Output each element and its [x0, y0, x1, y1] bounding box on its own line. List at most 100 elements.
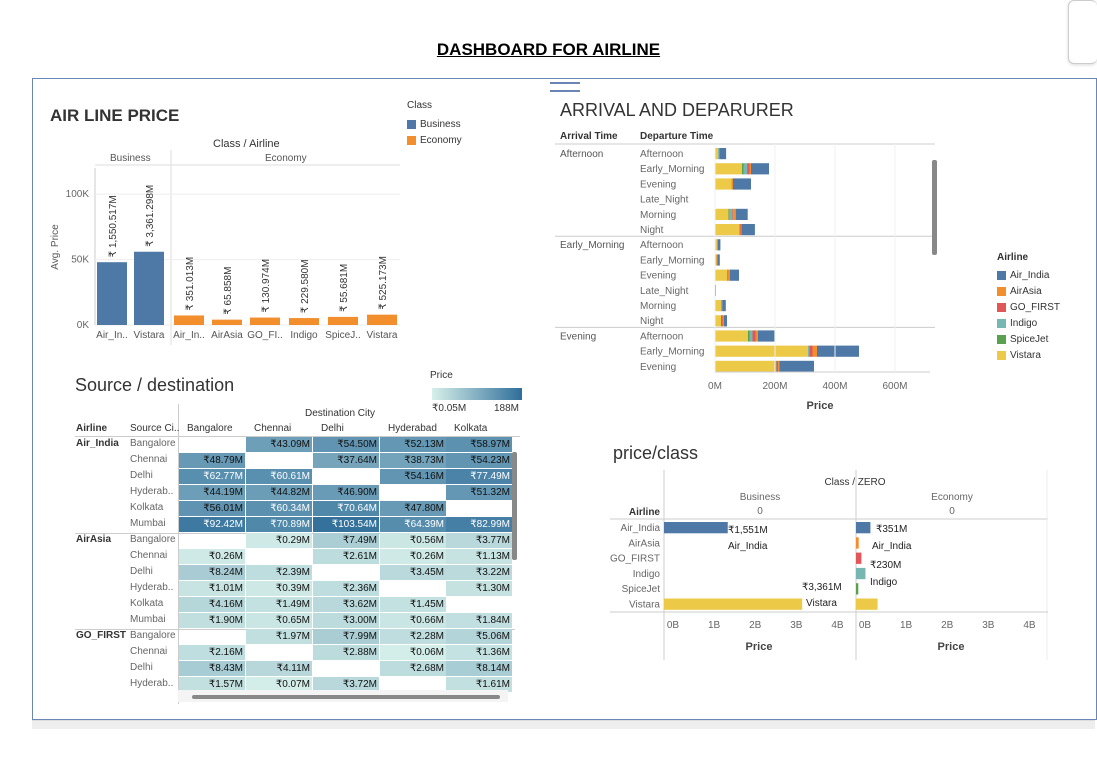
heatmap-cell[interactable]: ₹0.65M: [246, 613, 312, 628]
heatmap-cell[interactable]: ₹4.11M: [246, 661, 312, 676]
heatmap-cell[interactable]: ₹1.45M: [380, 597, 446, 612]
bar-segment[interactable]: [749, 163, 752, 175]
bar-segment[interactable]: [715, 300, 721, 312]
heatmap-cell[interactable]: ₹1.01M: [179, 581, 245, 596]
heatmap-cell[interactable]: ₹60.34M: [246, 501, 312, 516]
heatmap-cell[interactable]: ₹44.19M: [179, 485, 245, 500]
bar-segment[interactable]: [757, 330, 775, 342]
bar-segment[interactable]: [716, 254, 718, 266]
bar-segment[interactable]: [755, 330, 758, 342]
bar[interactable]: [212, 319, 242, 325]
bar[interactable]: [134, 251, 164, 325]
bar[interactable]: [664, 598, 803, 610]
heatmap-vscrollbar[interactable]: [512, 452, 517, 560]
bar-segment[interactable]: [724, 315, 727, 327]
bottom-scrollbar[interactable]: [32, 720, 1095, 729]
heatmap-cell[interactable]: ₹1.90M: [179, 613, 245, 628]
heatmap-cell[interactable]: [179, 533, 245, 548]
bar-segment[interactable]: [817, 345, 859, 357]
arrival-scrollbar[interactable]: [932, 160, 937, 255]
bar-segment[interactable]: [719, 148, 727, 160]
bar-segment[interactable]: [721, 300, 723, 312]
bar[interactable]: [664, 522, 728, 534]
heatmap-cell[interactable]: ₹1.30M: [446, 581, 512, 596]
heatmap-cell[interactable]: ₹62.77M: [179, 469, 245, 484]
heatmap-cell[interactable]: ₹58.97M: [446, 437, 512, 452]
heatmap-cell[interactable]: [313, 469, 379, 484]
heatmap-cell[interactable]: [246, 453, 312, 468]
bar-segment[interactable]: [739, 224, 740, 236]
heatmap-cell[interactable]: ₹5.06M: [446, 629, 512, 644]
bar[interactable]: [328, 316, 358, 325]
heatmap-cell[interactable]: ₹70.89M: [246, 517, 312, 532]
bar-segment[interactable]: [735, 208, 748, 220]
heatmap-cell[interactable]: ₹3.00M: [313, 613, 379, 628]
heatmap-cell[interactable]: [313, 661, 379, 676]
heatmap-cell[interactable]: ₹43.09M: [246, 437, 312, 452]
heatmap-cell[interactable]: [246, 645, 312, 660]
heatmap-cell[interactable]: ₹92.42M: [179, 517, 245, 532]
bar-segment[interactable]: [718, 239, 721, 251]
bar-segment[interactable]: [715, 178, 732, 190]
heatmap-cell[interactable]: ₹2.88M: [313, 645, 379, 660]
heatmap-cell[interactable]: ₹7.49M: [313, 533, 379, 548]
heatmap-cell[interactable]: ₹7.99M: [313, 629, 379, 644]
bar-segment[interactable]: [722, 315, 725, 327]
heatmap-cell[interactable]: ₹4.16M: [179, 597, 245, 612]
bar[interactable]: [174, 315, 204, 325]
bar-segment[interactable]: [718, 148, 719, 160]
heatmap-cell[interactable]: ₹51.32M: [446, 485, 512, 500]
legend-item-go-first[interactable]: GO_FIRST: [997, 299, 1060, 315]
heatmap-cell[interactable]: ₹8.24M: [179, 565, 245, 580]
heatmap-cell[interactable]: [179, 437, 245, 452]
heatmap-cell[interactable]: ₹70.64M: [313, 501, 379, 516]
bar[interactable]: [289, 318, 319, 325]
bar-segment[interactable]: [715, 330, 748, 342]
legend-item-vistara[interactable]: Vistara: [997, 347, 1060, 363]
bar-segment[interactable]: [715, 224, 739, 236]
bar-segment[interactable]: [728, 208, 730, 220]
legend-item-indigo[interactable]: Indigo: [997, 315, 1060, 331]
bar-segment[interactable]: [752, 330, 756, 342]
bar-segment[interactable]: [778, 360, 780, 372]
legend-item-air-india[interactable]: Air_India: [997, 267, 1060, 283]
heatmap-cell[interactable]: ₹103.54M: [313, 517, 379, 532]
bar-segment[interactable]: [742, 163, 744, 175]
heatmap-cell[interactable]: ₹8.43M: [179, 661, 245, 676]
heatmap-cell[interactable]: ₹3.45M: [380, 565, 446, 580]
bar-segment[interactable]: [722, 300, 726, 312]
heatmap-cell[interactable]: ₹2.28M: [380, 629, 446, 644]
bar[interactable]: [367, 314, 397, 325]
bar-segment[interactable]: [809, 345, 813, 357]
heatmap-cell[interactable]: ₹1.84M: [446, 613, 512, 628]
bar-segment[interactable]: [779, 360, 815, 372]
heatmap-cell[interactable]: ₹0.66M: [380, 613, 446, 628]
bar[interactable]: [856, 598, 878, 610]
bar[interactable]: [856, 552, 862, 564]
heatmap-cell[interactable]: ₹52.13M: [380, 437, 446, 452]
heatmap-cell[interactable]: ₹2.68M: [380, 661, 446, 676]
heatmap-cell[interactable]: ₹54.50M: [313, 437, 379, 452]
heatmap-cell[interactable]: ₹48.79M: [179, 453, 245, 468]
drag-handle[interactable]: [550, 82, 580, 92]
bar-segment[interactable]: [715, 345, 808, 357]
heatmap-cell[interactable]: ₹54.16M: [380, 469, 446, 484]
bar-segment[interactable]: [715, 269, 727, 281]
heatmap-cell[interactable]: [380, 485, 446, 500]
bar-segment[interactable]: [717, 254, 720, 266]
bar-segment[interactable]: [743, 163, 748, 175]
heatmap-cell[interactable]: ₹0.56M: [380, 533, 446, 548]
heatmap-cell[interactable]: ₹0.06M: [380, 645, 446, 660]
heatmap-cell[interactable]: ₹2.36M: [313, 581, 379, 596]
heatmap-cell[interactable]: ₹2.61M: [313, 549, 379, 564]
bar-segment[interactable]: [739, 224, 741, 236]
heatmap-cell[interactable]: ₹44.82M: [246, 485, 312, 500]
bar[interactable]: [856, 583, 859, 595]
heatmap-cell[interactable]: ₹1.36M: [446, 645, 512, 660]
legend-item-spicejet[interactable]: SpiceJet: [997, 331, 1060, 347]
heatmap-cell[interactable]: ₹64.39M: [380, 517, 446, 532]
bar-segment[interactable]: [715, 163, 742, 175]
heatmap-cell[interactable]: ₹47.80M: [380, 501, 446, 516]
heatmap-cell[interactable]: ₹3.22M: [446, 565, 512, 580]
bar[interactable]: [856, 537, 859, 549]
